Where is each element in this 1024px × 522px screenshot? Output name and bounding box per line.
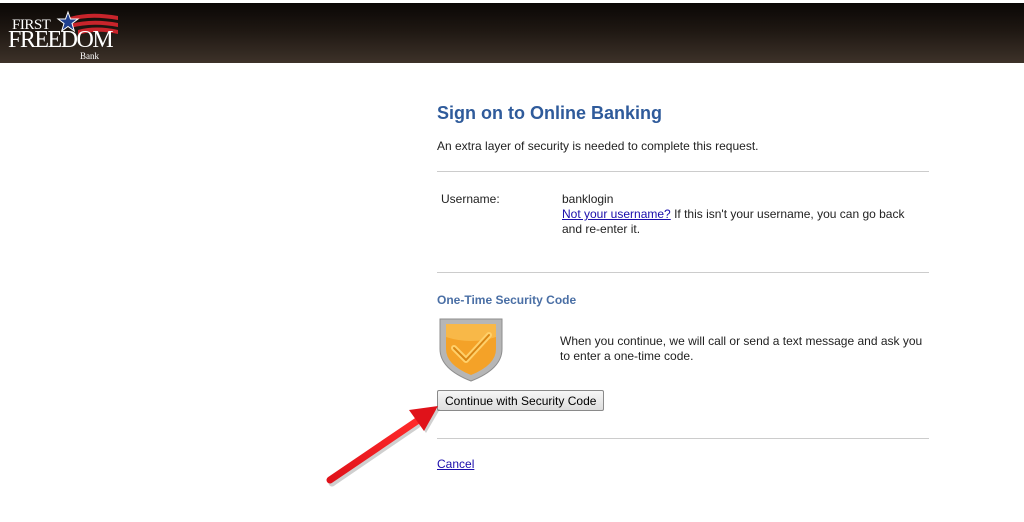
security-code-description: When you continue, we will call or send … (560, 334, 923, 363)
red-arrow-icon (326, 406, 440, 487)
page-subtitle: An extra layer of security is needed to … (437, 139, 759, 153)
divider (437, 171, 929, 172)
divider (437, 272, 929, 273)
divider (437, 438, 929, 439)
security-code-heading: One-Time Security Code (437, 293, 577, 307)
username-help: Not your username? If this isn't your us… (562, 207, 917, 237)
username-value: banklogin (562, 192, 614, 206)
page-title: Sign on to Online Banking (437, 103, 662, 123)
site-header: FIRST FREEDOM Bank (0, 3, 1024, 63)
first-freedom-bank-logo[interactable]: FIRST FREEDOM Bank (6, 7, 121, 63)
username-label: Username: (441, 192, 500, 206)
not-your-username-link[interactable]: Not your username? (562, 207, 671, 221)
logo-freedom-text: FREEDOM (8, 27, 114, 53)
logo-bank-text: Bank (80, 51, 99, 61)
shield-check-icon (437, 315, 505, 383)
continue-with-security-code-button[interactable]: Continue with Security Code (437, 390, 605, 411)
